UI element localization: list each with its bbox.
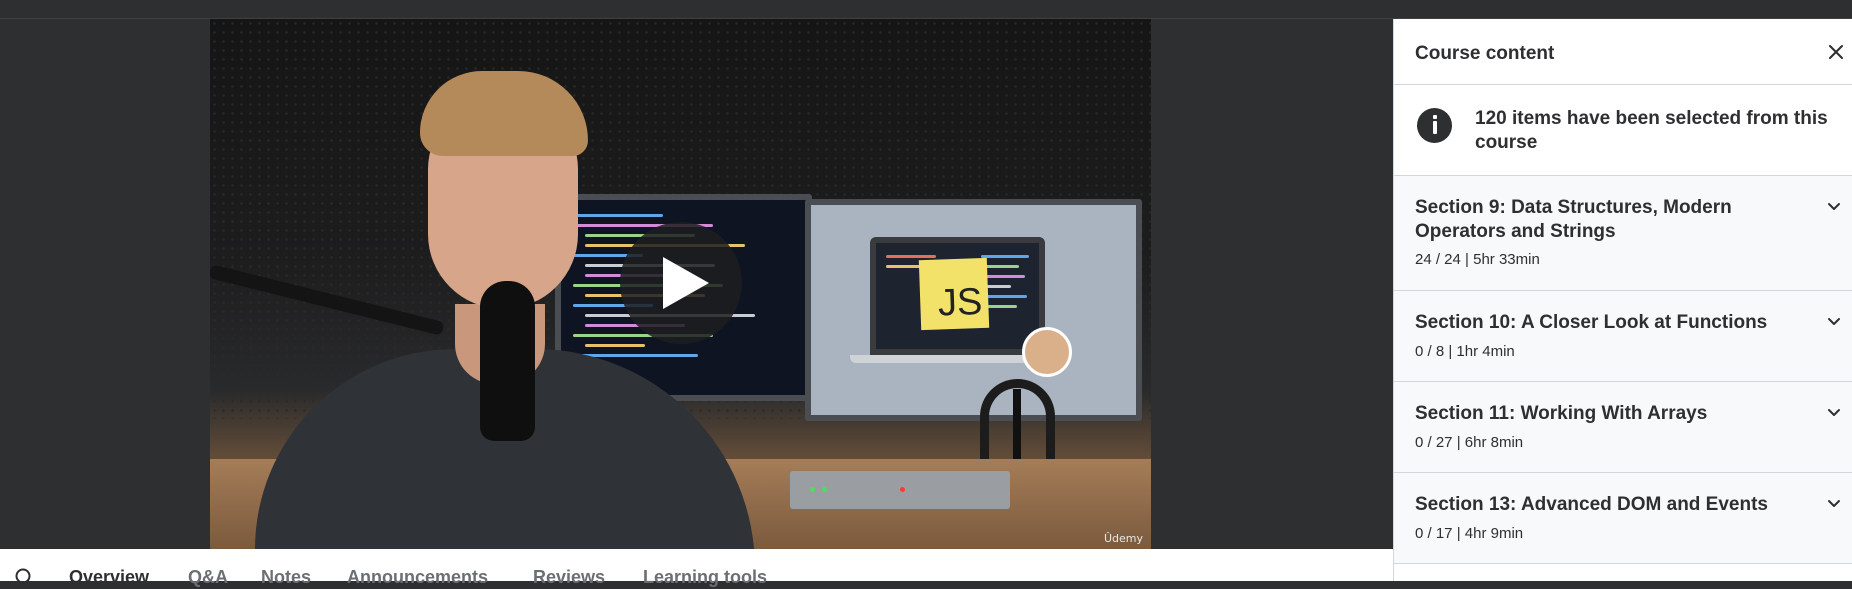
play-button[interactable] <box>620 222 742 344</box>
tab-reviews[interactable]: Reviews <box>533 567 605 588</box>
tab-notes[interactable]: Notes <box>261 567 311 588</box>
section-item-9[interactable]: Section 9: Data Structures, Modern Opera… <box>1394 176 1852 291</box>
video-stage: JS Ûdemy <box>0 19 1393 549</box>
selection-notice-text: 120 items have been selected from this c… <box>1475 108 1828 153</box>
chevron-down-icon <box>1828 318 1840 325</box>
panel-title: Course content <box>1415 43 1555 64</box>
course-content-panel: Course content 120 items have been selec… <box>1393 19 1852 581</box>
section-meta: 0 / 27 | 6hr 8min <box>1415 434 1524 451</box>
section-item-13[interactable]: Section 13: Advanced DOM and Events 0 / … <box>1394 473 1852 564</box>
top-bar <box>0 0 1852 19</box>
section-title: Section 10: A Closer Look at Functions <box>1415 312 1768 333</box>
video-watermark: Ûdemy <box>1103 532 1143 545</box>
selection-notice: 120 items have been selected from this c… <box>1394 85 1852 176</box>
video-player[interactable]: JS Ûdemy <box>210 19 1151 549</box>
section-item-11[interactable]: Section 11: Working With Arrays 0 / 27 |… <box>1394 382 1852 473</box>
tab-overview[interactable]: Overview <box>69 567 149 588</box>
search-icon[interactable] <box>14 567 36 589</box>
video-audio-rack <box>790 471 1010 509</box>
info-icon <box>1417 108 1452 143</box>
section-item-10[interactable]: Section 10: A Closer Look at Functions 0… <box>1394 291 1852 382</box>
chevron-down-icon <box>1828 500 1840 507</box>
tab-qa[interactable]: Q&A <box>188 567 228 588</box>
section-title: Section 13: Advanced DOM and Events <box>1415 494 1768 515</box>
play-icon <box>663 257 709 309</box>
video-microphone <box>480 281 535 441</box>
video-instructor-bubble <box>1022 327 1072 377</box>
close-icon[interactable] <box>1823 39 1849 65</box>
video-js-sticky-note: JS <box>918 257 990 331</box>
section-meta: 0 / 8 | 1hr 4min <box>1415 343 1515 360</box>
section-meta: 24 / 24 | 5hr 33min <box>1415 251 1540 268</box>
chevron-down-icon <box>1828 409 1840 416</box>
section-title: Section 11: Working With Arrays <box>1415 403 1708 424</box>
chevron-down-icon <box>1828 203 1840 210</box>
section-meta: 0 / 17 | 4hr 9min <box>1415 525 1524 542</box>
course-tabs: Overview Q&A Notes Announcements Reviews… <box>0 549 1393 588</box>
section-title: Section 9: Data Structures, Modern Opera… <box>1415 197 1732 242</box>
tab-announcements[interactable]: Announcements <box>347 567 488 588</box>
panel-header: Course content <box>1394 19 1852 85</box>
tab-learning-tools[interactable]: Learning tools <box>643 567 767 588</box>
